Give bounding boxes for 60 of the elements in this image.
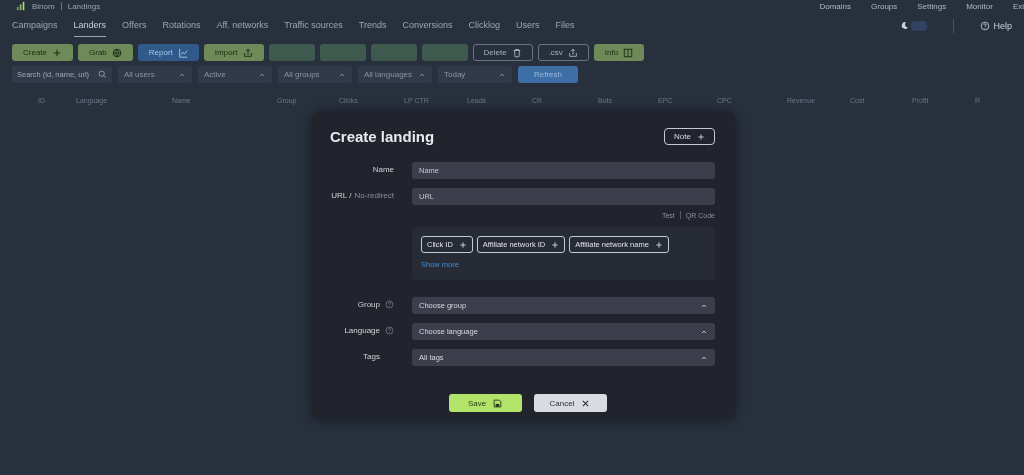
nav-tab[interactable]: Offers xyxy=(122,14,147,37)
toolbar-button[interactable]: .csv xyxy=(537,44,589,61)
header-link[interactable]: Settings xyxy=(917,1,947,11)
filter-dropdown[interactable]: Today xyxy=(438,66,512,83)
search-icon xyxy=(98,70,107,79)
close-icon xyxy=(581,398,591,408)
filter-dropdown[interactable]: All users xyxy=(118,66,192,83)
dialog-title: Create landing xyxy=(330,128,435,145)
field-label: URL / xyxy=(331,191,352,200)
field-label: Tags xyxy=(363,352,380,361)
header-link[interactable]: Domains xyxy=(819,1,852,11)
toolbar-button[interactable]: Report xyxy=(137,44,199,61)
plus-icon xyxy=(52,47,62,58)
globe-icon xyxy=(111,47,122,58)
header-link[interactable]: Groups xyxy=(871,1,898,11)
trash-icon xyxy=(511,47,522,58)
field-label: Language xyxy=(344,326,380,335)
help-icon xyxy=(385,300,394,309)
upload-icon xyxy=(567,47,578,58)
toolbar-button[interactable]: Import xyxy=(203,44,264,61)
filter-dropdown[interactable]: All languages xyxy=(358,66,432,83)
moon-icon xyxy=(900,21,910,30)
header-link[interactable]: Monitor xyxy=(966,1,993,11)
filter-dropdown[interactable]: All groups xyxy=(278,66,352,83)
theme-toggle[interactable] xyxy=(900,20,928,31)
toolbar-button[interactable]: Info xyxy=(593,44,645,61)
plus-icon xyxy=(551,240,560,249)
nav-tab[interactable]: Aff. networks xyxy=(216,14,269,37)
upload-icon xyxy=(242,47,253,58)
nav-tab[interactable]: Campaigns xyxy=(12,14,58,37)
toolbar-button[interactable]: Grab xyxy=(78,44,133,61)
cancel-button[interactable]: Cancel xyxy=(533,394,607,412)
toolbar-button[interactable]: Create xyxy=(12,44,73,61)
brand-name[interactable]: Binom xyxy=(32,1,55,11)
save-button[interactable]: Save xyxy=(448,394,522,412)
filter-dropdown[interactable]: Active xyxy=(198,66,272,83)
panel-icon xyxy=(623,47,634,58)
nav-tab[interactable]: Conversions xyxy=(402,14,453,37)
plus-icon xyxy=(697,132,705,141)
plus-icon xyxy=(458,240,467,249)
nav-tab[interactable]: Rotations xyxy=(162,14,201,37)
page-title: Landings xyxy=(67,1,101,11)
field-label: Group xyxy=(357,300,380,309)
nav-tab[interactable]: Trends xyxy=(358,14,387,37)
field-label: Name xyxy=(372,165,394,174)
toolbar-button[interactable]: Delete xyxy=(472,44,533,61)
chart-icon xyxy=(177,47,188,58)
header-link[interactable]: Exi xyxy=(1012,1,1024,11)
note-button[interactable]: Note xyxy=(664,128,715,145)
help-link[interactable]: Help xyxy=(980,20,1012,31)
nav-tab[interactable]: Files xyxy=(555,14,575,37)
nav-tab[interactable]: Landers xyxy=(73,14,107,37)
help-icon xyxy=(980,20,991,31)
no-redirect-link[interactable]: No-redirect xyxy=(354,191,394,200)
nav-tab[interactable]: Traffic sources xyxy=(284,14,343,37)
nav-tab[interactable]: Clicklog xyxy=(468,14,501,37)
help-icon xyxy=(385,326,394,335)
plus-icon xyxy=(654,240,663,249)
logo-icon xyxy=(16,1,26,11)
nav-tab[interactable]: Users xyxy=(516,14,540,37)
